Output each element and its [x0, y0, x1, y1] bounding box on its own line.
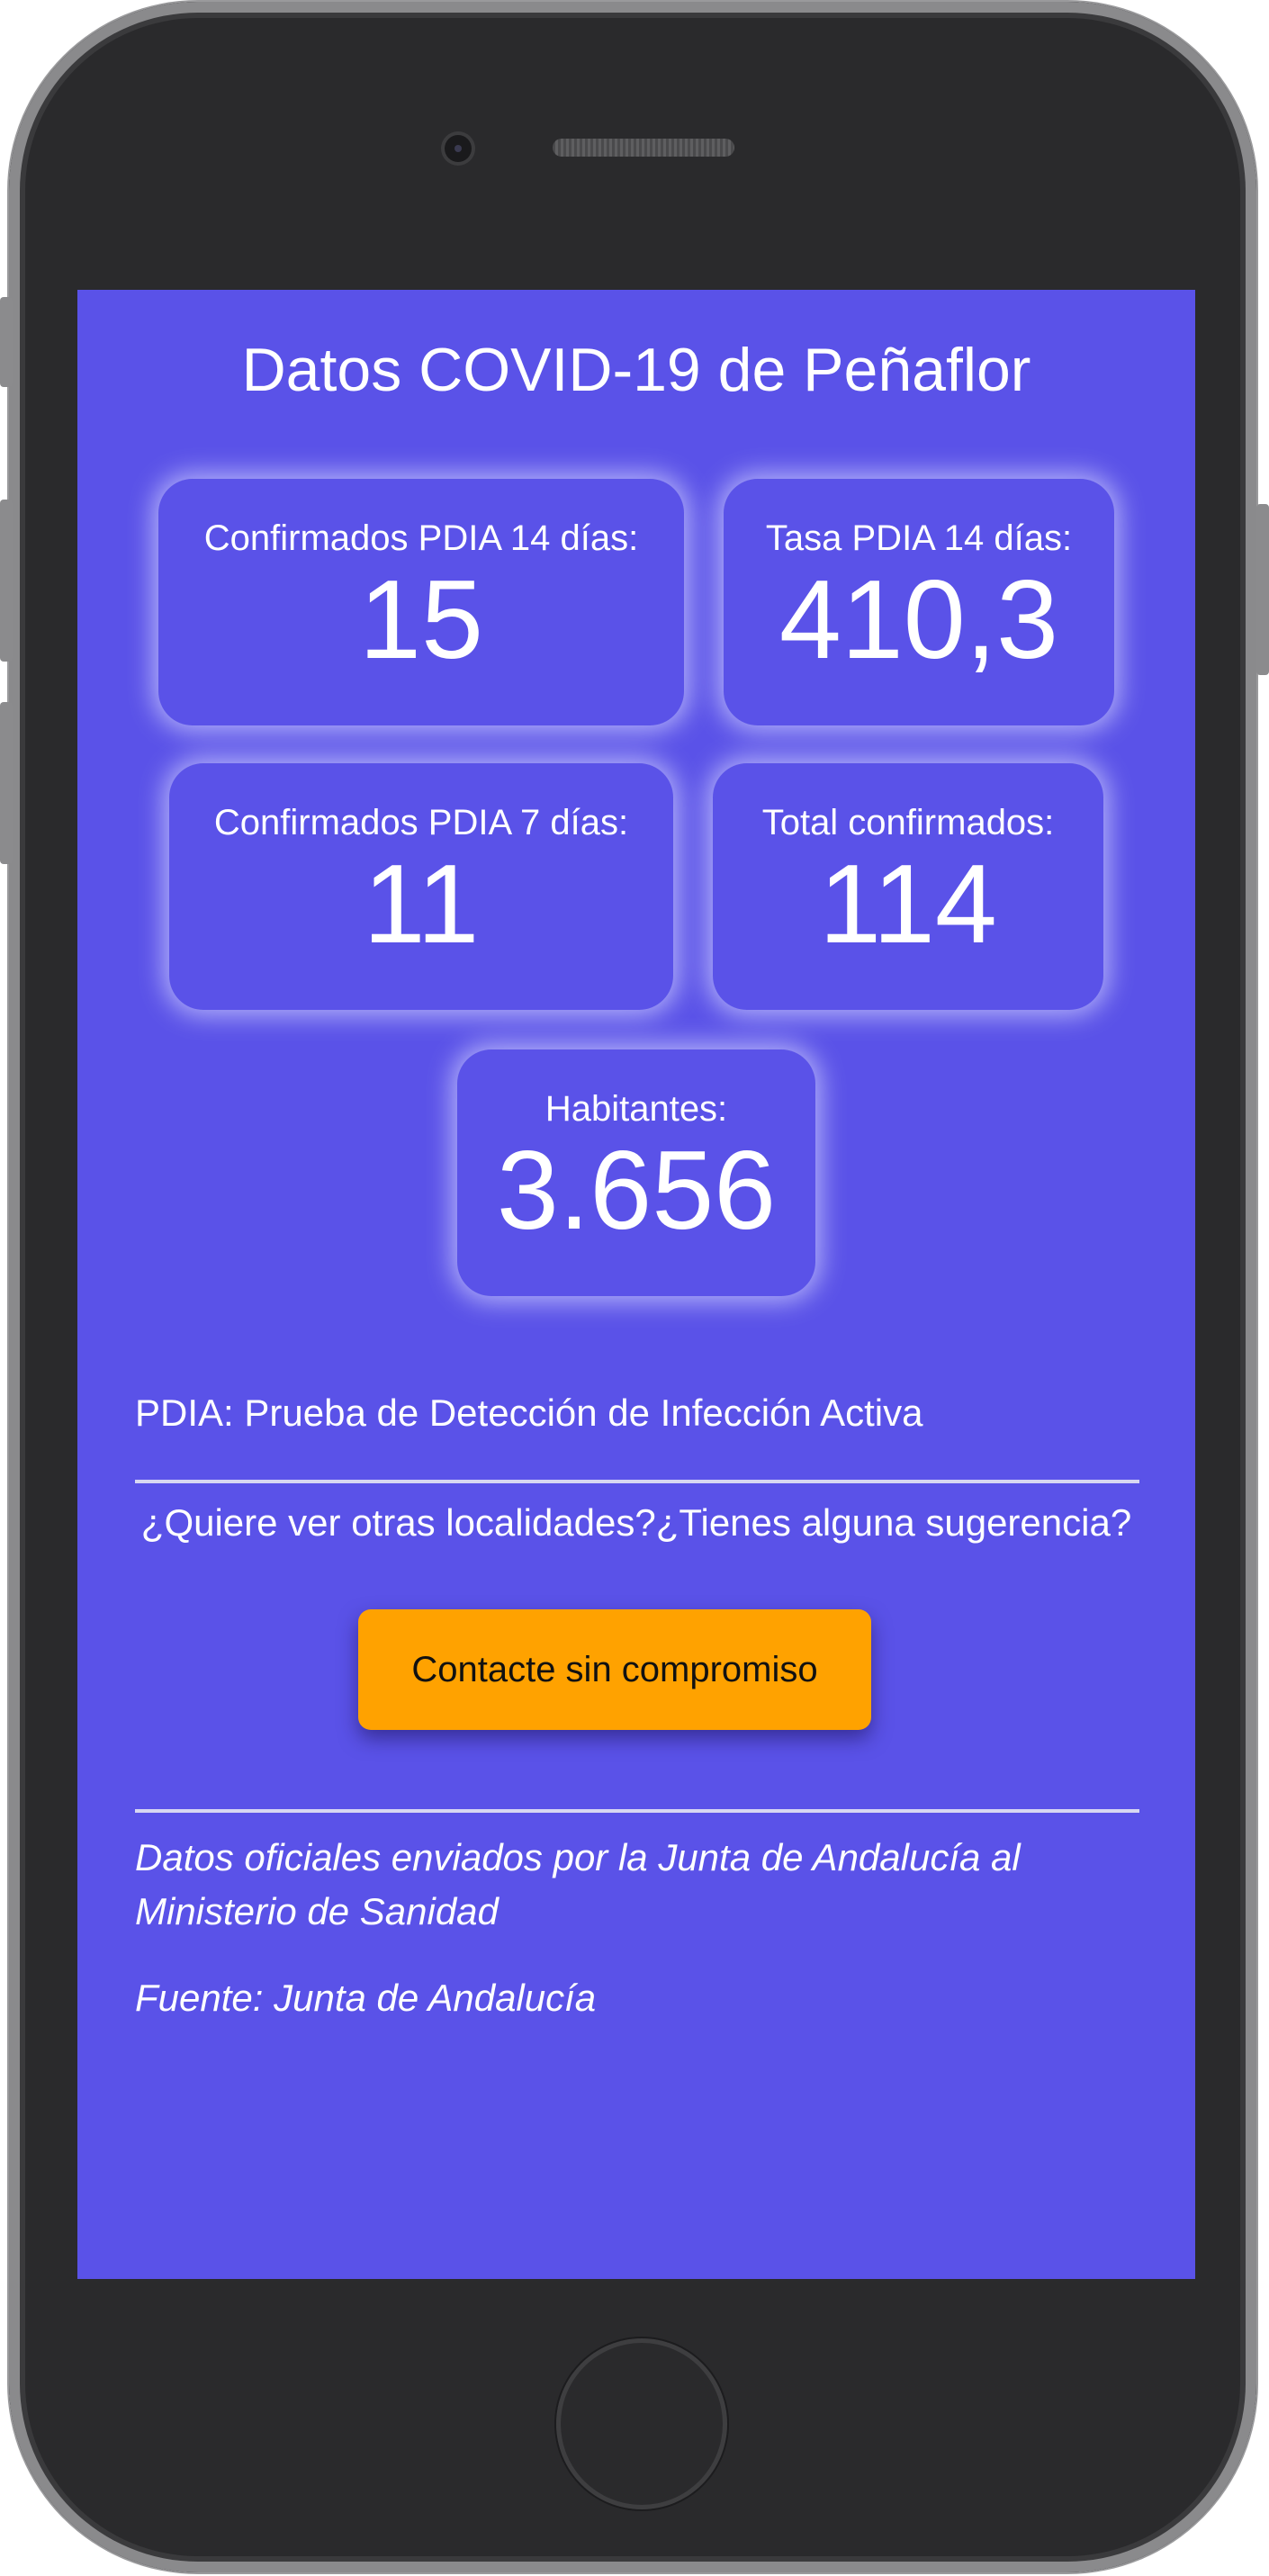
phone-frame: Datos COVID-19 de Peñaflor Confirmados P…	[9, 2, 1256, 2572]
data-source: Fuente: Junta de Andalucía	[135, 1977, 597, 2019]
stat-value: 3.656	[496, 1129, 777, 1253]
stat-label: Total confirmados:	[761, 803, 1055, 842]
page-title: Datos COVID-19 de Peñaflor	[241, 336, 1031, 404]
pdia-definition-note: PDIA: Prueba de Detección de Infección A…	[135, 1392, 923, 1434]
power-button	[1256, 504, 1269, 675]
stat-label: Tasa PDIA 14 días:	[765, 518, 1073, 558]
divider	[135, 1809, 1139, 1813]
stat-card-confirmed-7-days: Confirmados PDIA 7 días: 11	[169, 763, 673, 1010]
stat-label: Confirmados PDIA 7 días:	[213, 803, 629, 842]
stat-card-population: Habitantes: 3.656	[457, 1049, 815, 1296]
stat-value: 11	[363, 842, 480, 967]
earpiece-speaker	[553, 139, 734, 157]
stat-value: 410,3	[778, 558, 1059, 682]
stat-label: Confirmados PDIA 14 días:	[203, 518, 639, 558]
stat-card-total-confirmed: Total confirmados: 114	[713, 763, 1103, 1010]
home-button[interactable]	[556, 2338, 727, 2509]
app-screen: Datos COVID-19 de Peñaflor Confirmados P…	[77, 290, 1195, 2279]
stat-value: 15	[359, 558, 483, 682]
divider	[135, 1480, 1139, 1483]
stat-card-rate-14-days: Tasa PDIA 14 días: 410,3	[724, 479, 1114, 725]
stat-card-confirmed-14-days: Confirmados PDIA 14 días: 15	[158, 479, 684, 725]
mute-switch	[0, 297, 13, 387]
volume-down-button	[0, 702, 13, 864]
contact-button[interactable]: Contacte sin compromiso	[358, 1609, 871, 1730]
volume-up-button	[0, 500, 13, 662]
feedback-question: ¿Quiere ver otras localidades?¿Tienes al…	[140, 1501, 1132, 1544]
stat-label: Habitantes:	[544, 1089, 728, 1129]
official-data-note: Datos oficiales enviados por la Junta de…	[135, 1836, 1021, 1932]
stat-value: 114	[819, 842, 997, 967]
front-camera	[445, 135, 472, 162]
